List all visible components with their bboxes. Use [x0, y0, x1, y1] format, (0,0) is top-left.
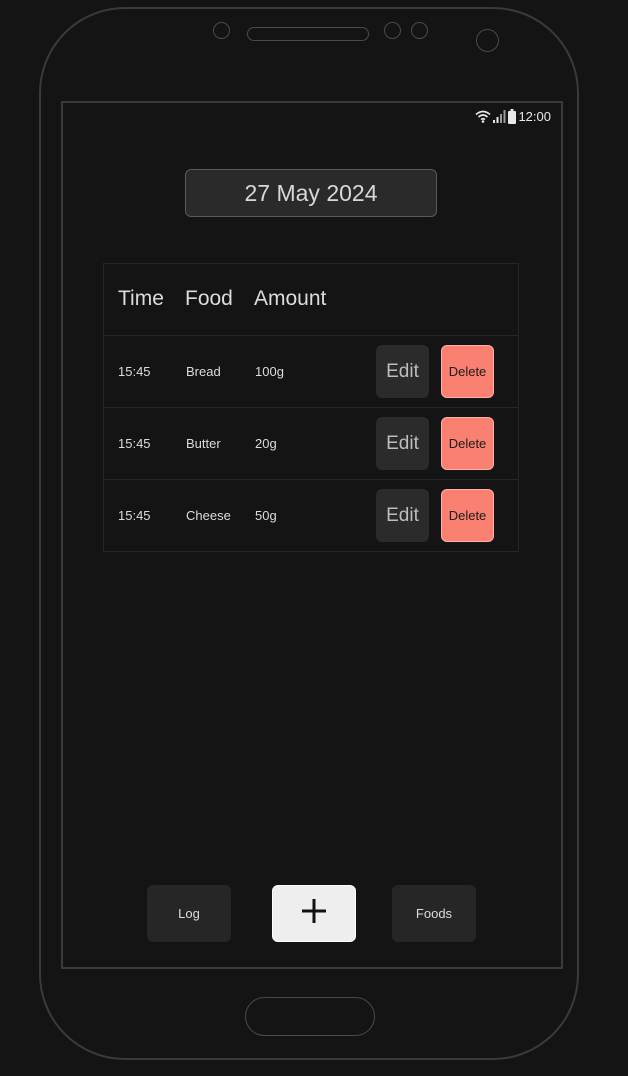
status-time: 12:00: [518, 108, 551, 124]
front-sensor-left: [213, 22, 230, 39]
plus-icon: [301, 898, 327, 929]
edit-button[interactable]: Edit: [376, 345, 429, 398]
table-row: 15:45 Cheese 50g Edit Delete: [104, 480, 518, 551]
app-screen: 12:00 27 May 2024 Time Food Amount 15:45…: [61, 101, 563, 969]
header-amount: Amount: [254, 287, 327, 310]
food-log-table: Time Food Amount 15:45 Bread 100g Edit D…: [103, 263, 519, 552]
front-camera: [476, 29, 499, 52]
edit-button[interactable]: Edit: [376, 489, 429, 542]
log-nav-button[interactable]: Log: [147, 885, 231, 942]
table-row: 15:45 Butter 20g Edit Delete: [104, 408, 518, 480]
table-header: Time Food Amount: [104, 264, 518, 336]
row-food: Butter: [186, 436, 221, 451]
front-sensor-mid: [384, 22, 401, 39]
header-food: Food: [185, 287, 233, 310]
row-amount: 100g: [255, 364, 284, 379]
earpiece-speaker: [247, 27, 369, 41]
row-food: Bread: [186, 364, 221, 379]
phone-frame: 12:00 27 May 2024 Time Food Amount 15:45…: [39, 7, 579, 1060]
delete-button[interactable]: Delete: [441, 345, 494, 398]
battery-icon: [508, 108, 517, 124]
header-time: Time: [118, 287, 164, 310]
add-entry-button[interactable]: [272, 885, 356, 942]
row-time: 15:45: [118, 364, 151, 379]
row-amount: 20g: [255, 436, 277, 451]
signal-icon: [493, 109, 506, 123]
delete-button[interactable]: Delete: [441, 417, 494, 470]
front-sensor-right: [411, 22, 428, 39]
row-amount: 50g: [255, 508, 277, 523]
date-selector-button[interactable]: 27 May 2024: [185, 169, 437, 217]
edit-button[interactable]: Edit: [376, 417, 429, 470]
wifi-icon: [475, 110, 491, 123]
table-row: 15:45 Bread 100g Edit Delete: [104, 336, 518, 408]
row-time: 15:45: [118, 436, 151, 451]
home-button[interactable]: [245, 997, 375, 1036]
status-bar: 12:00: [475, 107, 551, 125]
foods-nav-button[interactable]: Foods: [392, 885, 476, 942]
row-food: Cheese: [186, 508, 231, 523]
row-time: 15:45: [118, 508, 151, 523]
delete-button[interactable]: Delete: [441, 489, 494, 542]
